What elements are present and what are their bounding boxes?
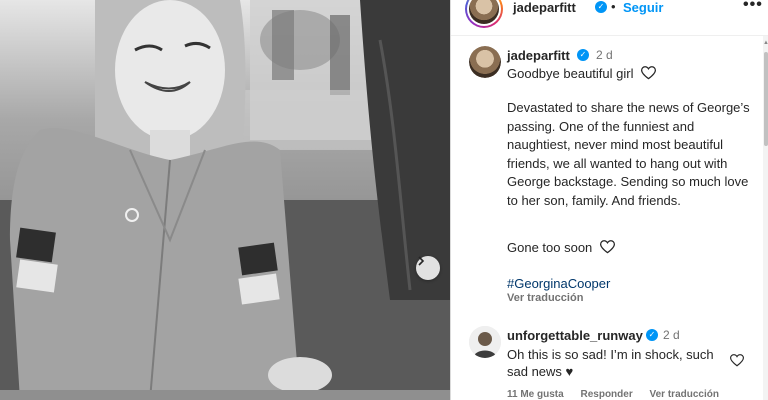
- scroll-up-arrow-icon[interactable]: ▲: [763, 40, 768, 46]
- avatar-image: [469, 46, 501, 78]
- comment-likes-count[interactable]: 11 Me gusta: [507, 389, 564, 400]
- comment-actions: 11 Me gusta Responder Ver traducción: [507, 389, 733, 400]
- heart-outline-icon: [641, 66, 657, 80]
- post-header: jadeparfitt ✓ • Seguir •••: [451, 0, 768, 36]
- post-photo: [0, 0, 450, 400]
- more-options-icon[interactable]: •••: [743, 0, 763, 14]
- caption-closing-line: Gone too soon: [507, 240, 615, 255]
- verified-badge-icon: ✓: [646, 329, 658, 341]
- follow-button[interactable]: Seguir: [623, 0, 663, 15]
- avatar-image: [469, 326, 501, 358]
- caption-greeting: Goodbye beautiful girl: [507, 66, 634, 81]
- caption-timestamp[interactable]: 2 d: [596, 48, 613, 62]
- scrollbar-thumb[interactable]: [764, 52, 768, 146]
- comment-like-heart-icon[interactable]: [730, 354, 744, 367]
- verified-badge-icon: ✓: [577, 49, 589, 61]
- caption-body: Devastated to share the news of George’s…: [507, 100, 750, 208]
- caption-closing-text: Gone too soon: [507, 240, 593, 255]
- comment-translate-link[interactable]: Ver traducción: [650, 389, 719, 400]
- comment-text: Oh this is so sad! I’m in shock, such sa…: [507, 347, 714, 379]
- photo-illustration: [0, 0, 450, 400]
- caption-username[interactable]: jadeparfitt: [507, 48, 570, 63]
- caption-first-line: Goodbye beautiful girl: [507, 66, 657, 81]
- caption-avatar[interactable]: [469, 46, 501, 78]
- comment-reply-button[interactable]: Responder: [580, 389, 632, 400]
- author-avatar[interactable]: [465, 0, 503, 28]
- carousel-next-button[interactable]: [416, 256, 440, 280]
- comment-timestamp[interactable]: 2 d: [663, 328, 680, 342]
- author-username[interactable]: jadeparfitt: [513, 0, 576, 15]
- chevron-right-icon: [418, 256, 425, 266]
- post-sidebar: jadeparfitt ✓ • Seguir ••• ▲ jadeparfitt…: [450, 0, 768, 400]
- hashtag-link[interactable]: #GeorginaCooper: [507, 276, 610, 291]
- verified-badge-icon: ✓: [595, 1, 607, 13]
- avatar-image: [469, 0, 499, 24]
- separator-dot: •: [611, 0, 616, 14]
- heart-outline-icon: [599, 240, 615, 254]
- caption-translate-link[interactable]: Ver traducción: [507, 292, 583, 304]
- commenter-username[interactable]: unforgettable_runway: [507, 328, 643, 343]
- commenter-avatar[interactable]: [469, 326, 501, 358]
